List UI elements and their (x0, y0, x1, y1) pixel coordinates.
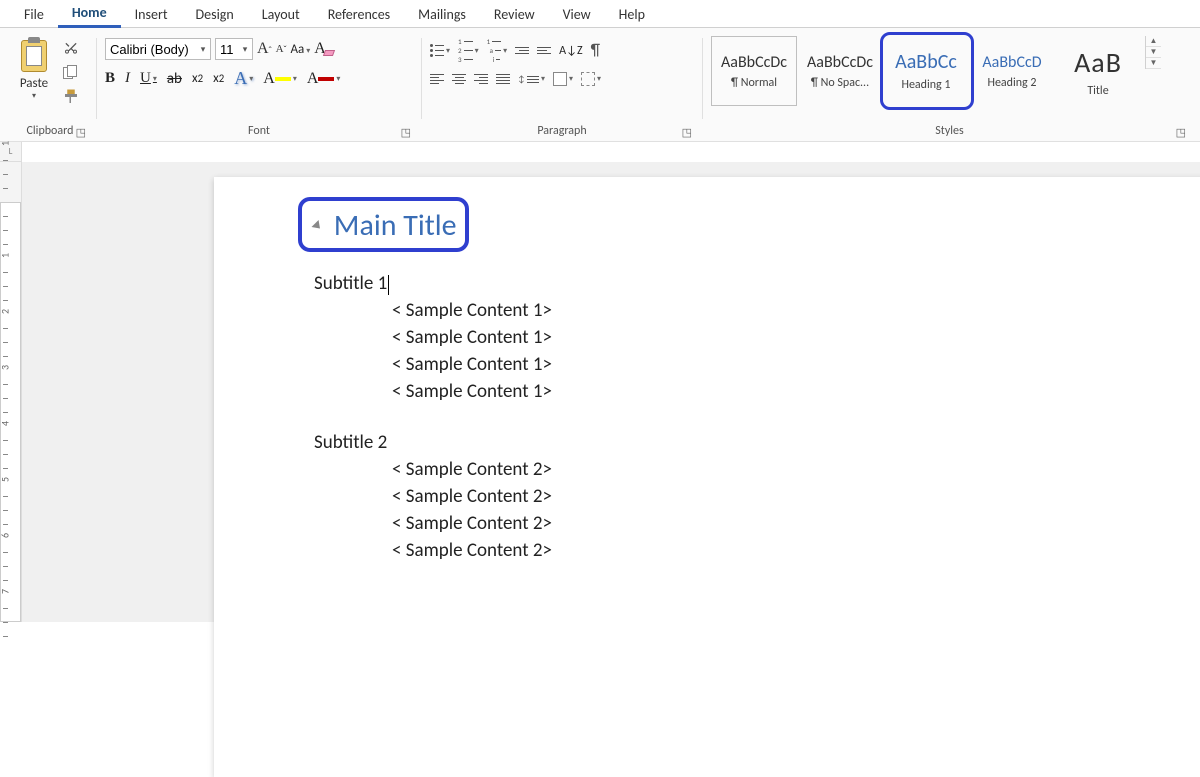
copy-button[interactable] (62, 64, 80, 82)
format-painter-button[interactable] (62, 88, 80, 106)
font-name-input[interactable] (106, 39, 196, 59)
group-styles-label: Styles (935, 124, 963, 138)
multilevel-list-button[interactable]: 1ai (487, 38, 508, 63)
group-paragraph: 123 1ai A↓Z ¶ ↕ (422, 34, 702, 141)
style-heading-1[interactable]: AaBbCc Heading 1 (883, 36, 969, 106)
tab-file[interactable]: File (10, 1, 58, 27)
doc-content-1a[interactable]: < Sample Content 1> (392, 299, 1134, 322)
decrease-indent-button[interactable] (515, 47, 529, 54)
font-color-button[interactable]: A (307, 70, 341, 88)
tab-layout[interactable]: Layout (248, 1, 314, 27)
font-name-dropdown[interactable]: ▾ (196, 44, 210, 55)
doc-content-2b[interactable]: < Sample Content 2> (392, 485, 1134, 508)
shading-button[interactable] (553, 72, 573, 86)
highlight-button[interactable]: A (263, 70, 297, 88)
paste-label: Paste (20, 76, 48, 91)
styles-launcher[interactable]: ◳ (1176, 126, 1186, 139)
tab-insert[interactable]: Insert (121, 1, 182, 27)
change-case-button[interactable]: Aa (291, 42, 311, 57)
font-launcher[interactable]: ◳ (401, 126, 411, 139)
doc-content-2c[interactable]: < Sample Content 2> (392, 512, 1134, 535)
tab-help[interactable]: Help (605, 1, 659, 27)
tab-mailings[interactable]: Mailings (404, 1, 480, 27)
styles-scroll: ▲ ▼ ▼ (1145, 36, 1161, 69)
vertical-ruler[interactable]: 11234567 (0, 162, 22, 622)
doc-subtitle-2[interactable]: Subtitle 2 (314, 431, 1134, 454)
paragraph-launcher[interactable]: ◳ (682, 126, 692, 139)
group-font: ▾ ▾ Aˆ Aˇ Aa A B I U ab x2 x2 A A (97, 34, 421, 141)
group-styles: AaBbCcDc ¶ Normal AaBbCcDc ¶ No Spac... … (703, 34, 1196, 141)
group-paragraph-label: Paragraph (537, 124, 586, 138)
align-right-button[interactable] (474, 74, 488, 84)
align-center-button[interactable] (452, 74, 466, 84)
clear-format-button[interactable]: A (314, 40, 334, 58)
numbering-button[interactable]: 123 (458, 38, 479, 63)
doc-subtitle-1[interactable]: Subtitle 1 (314, 272, 1134, 295)
styles-expand[interactable]: ▼ (1146, 58, 1161, 69)
bullets-button[interactable] (430, 44, 450, 57)
font-size-combo[interactable]: ▾ (215, 38, 253, 60)
grow-font-button[interactable]: Aˆ (257, 40, 272, 58)
doc-content-2d[interactable]: < Sample Content 2> (392, 539, 1134, 562)
align-left-button[interactable] (430, 74, 444, 84)
document-area[interactable]: Main Title Subtitle 1 < Sample Content 1… (22, 162, 1200, 622)
doc-content-1b[interactable]: < Sample Content 1> (392, 326, 1134, 349)
clipboard-launcher[interactable]: ◳ (76, 126, 86, 139)
borders-button[interactable] (581, 72, 601, 86)
doc-content-2a[interactable]: < Sample Content 2> (392, 458, 1134, 481)
increase-indent-button[interactable] (537, 47, 551, 54)
line-spacing-button[interactable]: ↕ (518, 74, 545, 85)
justify-button[interactable] (496, 74, 510, 84)
italic-button[interactable]: I (125, 70, 130, 87)
font-size-input[interactable] (216, 39, 238, 59)
underline-button[interactable]: U (140, 70, 157, 87)
text-effects-button[interactable]: A (234, 68, 253, 89)
tab-references[interactable]: References (314, 1, 404, 27)
styles-scroll-down[interactable]: ▼ (1146, 47, 1161, 58)
style-normal[interactable]: AaBbCcDc ¶ Normal (711, 36, 797, 106)
group-clipboard: Paste ▾ Clipboard ◳ (4, 34, 96, 141)
collapse-icon[interactable] (311, 220, 323, 232)
cut-button[interactable] (62, 40, 80, 58)
style-title[interactable]: AaB Title (1055, 36, 1141, 106)
subscript-button[interactable]: x2 (192, 71, 203, 86)
shrink-font-button[interactable]: Aˇ (276, 43, 287, 55)
group-clipboard-label: Clipboard (27, 124, 74, 138)
paste-dropdown[interactable]: ▾ (32, 91, 36, 101)
paste-button[interactable]: Paste ▾ (12, 38, 56, 101)
paste-icon (19, 38, 49, 74)
doc-content-1d[interactable]: < Sample Content 1> (392, 380, 1134, 403)
tab-design[interactable]: Design (182, 1, 248, 27)
tab-home[interactable]: Home (58, 0, 121, 28)
group-font-label: Font (248, 124, 270, 138)
style-heading-2[interactable]: AaBbCcD Heading 2 (969, 36, 1055, 106)
ribbon-tabs: File Home Insert Design Layout Reference… (0, 0, 1200, 28)
tab-view[interactable]: View (549, 1, 605, 27)
font-name-combo[interactable]: ▾ (105, 38, 211, 60)
bold-button[interactable]: B (105, 70, 115, 87)
text-cursor (388, 275, 389, 295)
show-hide-button[interactable]: ¶ (591, 41, 600, 60)
doc-heading-main-title[interactable]: Main Title (314, 207, 457, 244)
style-no-spacing[interactable]: AaBbCcDc ¶ No Spac... (797, 36, 883, 106)
font-size-dropdown[interactable]: ▾ (238, 44, 252, 55)
page[interactable]: Main Title Subtitle 1 < Sample Content 1… (214, 177, 1200, 777)
tab-review[interactable]: Review (480, 1, 549, 27)
strike-button[interactable]: ab (167, 70, 182, 88)
sort-button[interactable]: A↓Z (559, 44, 582, 58)
styles-scroll-up[interactable]: ▲ (1146, 36, 1161, 47)
ribbon: Paste ▾ Clipboard ◳ (0, 28, 1200, 142)
superscript-button[interactable]: x2 (213, 71, 224, 86)
doc-content-1c[interactable]: < Sample Content 1> (392, 353, 1134, 376)
